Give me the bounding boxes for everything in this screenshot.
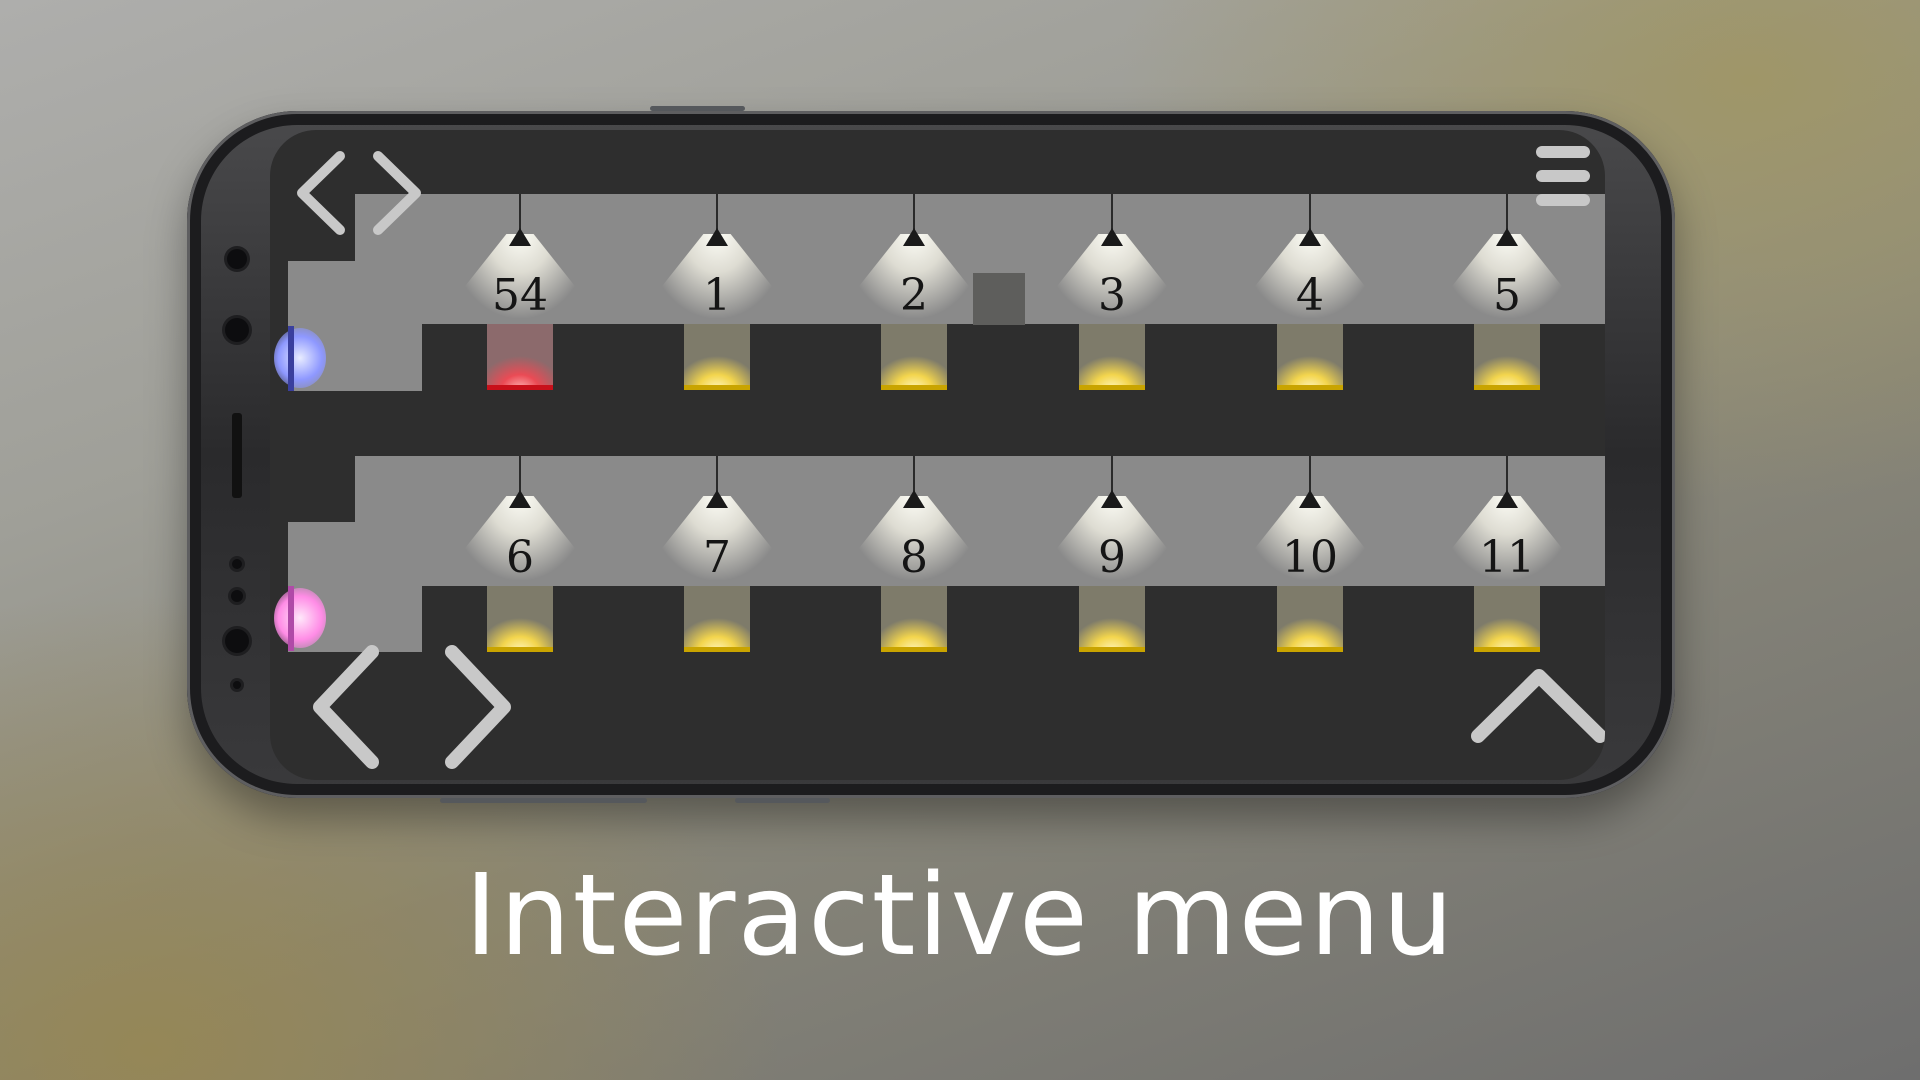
level-number: 54 — [492, 270, 548, 321]
door-threshold — [684, 647, 750, 652]
door-threshold — [1277, 647, 1343, 652]
lamp-shade-icon — [706, 228, 728, 246]
lamp-cord — [1111, 194, 1113, 232]
level-door[interactable] — [1079, 324, 1145, 390]
door-threshold — [684, 385, 750, 390]
level-number: 10 — [1282, 532, 1338, 583]
level-number: 2 — [900, 270, 928, 321]
level-door[interactable] — [881, 586, 947, 652]
door-threshold — [1474, 385, 1540, 390]
lamp-shade-icon — [1496, 228, 1518, 246]
chevron-right-icon[interactable] — [438, 642, 518, 772]
power-button — [650, 106, 745, 111]
menu-icon[interactable] — [1534, 142, 1594, 210]
lamp-cord — [716, 194, 718, 232]
lamp-cord — [1111, 456, 1113, 494]
level-number: 5 — [1493, 270, 1521, 321]
lamp-shade-icon — [509, 490, 531, 508]
level-number: 6 — [506, 532, 534, 583]
level-door-active[interactable] — [487, 324, 553, 390]
sensor-dot — [233, 681, 241, 689]
lamp-shade-icon — [1299, 490, 1321, 508]
blue-player[interactable] — [274, 328, 326, 388]
level-number: 11 — [1479, 532, 1535, 583]
door-threshold — [487, 385, 553, 390]
lamp-cord — [519, 456, 521, 494]
level-door[interactable] — [1474, 586, 1540, 652]
door-threshold — [881, 647, 947, 652]
door-threshold — [1079, 647, 1145, 652]
level-door[interactable] — [1277, 324, 1343, 390]
secret-block — [973, 273, 1025, 325]
pink-player-edge — [288, 586, 294, 651]
pink-player[interactable] — [274, 588, 326, 648]
level-number: 4 — [1296, 270, 1324, 321]
lamp-cord — [913, 456, 915, 494]
level-number: 8 — [900, 532, 928, 583]
camera-lens — [225, 629, 249, 653]
lamp-shade-icon — [1101, 228, 1123, 246]
game-screen: 54 1 2 3 4 5 6 7 8 9 10 11 — [270, 130, 1605, 780]
speaker-grille — [232, 413, 242, 498]
level-number: 9 — [1098, 532, 1126, 583]
caption: Interactive menu — [464, 851, 1456, 981]
lamp-cord — [1309, 456, 1311, 494]
blue-player-edge — [288, 326, 294, 391]
lamp-shade-icon — [509, 228, 531, 246]
chevron-left-icon[interactable] — [306, 642, 386, 772]
volume-button — [440, 798, 647, 803]
level-door[interactable] — [684, 586, 750, 652]
chevron-left-icon[interactable] — [290, 148, 350, 238]
lamp-shade-icon — [1299, 228, 1321, 246]
door-threshold — [1277, 385, 1343, 390]
chevron-up-icon[interactable] — [1464, 658, 1605, 748]
lamp-cord — [519, 194, 521, 232]
lamp-cord — [1506, 456, 1508, 494]
level-door[interactable] — [881, 324, 947, 390]
door-threshold — [1079, 385, 1145, 390]
lamp-shade-icon — [706, 490, 728, 508]
side-button — [735, 798, 830, 803]
lamp-cord — [716, 456, 718, 494]
lamp-shade-icon — [1496, 490, 1518, 508]
lamp-shade-icon — [903, 228, 925, 246]
level-number: 7 — [703, 532, 731, 583]
level-door[interactable] — [1277, 586, 1343, 652]
camera-lens — [227, 249, 247, 269]
level-door[interactable] — [1079, 586, 1145, 652]
chevron-right-icon[interactable] — [368, 148, 428, 238]
lamp-cord — [1309, 194, 1311, 232]
lamp-cord — [1506, 194, 1508, 232]
camera-lens — [225, 318, 249, 342]
level-door[interactable] — [684, 324, 750, 390]
sensor-dot — [232, 559, 242, 569]
door-threshold — [881, 385, 947, 390]
level-door[interactable] — [1474, 324, 1540, 390]
lamp-cord — [913, 194, 915, 232]
lamp-shade-icon — [903, 490, 925, 508]
level-number: 3 — [1098, 270, 1126, 321]
lamp-shade-icon — [1101, 490, 1123, 508]
door-threshold — [1474, 647, 1540, 652]
sensor-dot — [231, 590, 243, 602]
level-number: 1 — [703, 270, 731, 321]
